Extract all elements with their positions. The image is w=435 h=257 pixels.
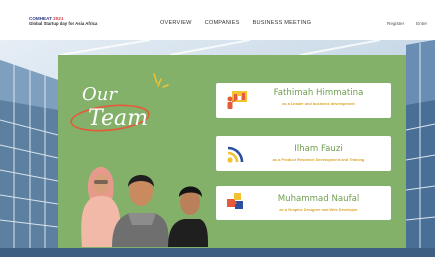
- member-name: Ilham Fauzi: [294, 144, 343, 154]
- member-card-leader[interactable]: Fathimah Himmatina as a Leader and busin…: [216, 83, 391, 118]
- team-heading: Our Team: [82, 84, 148, 131]
- team-member-photo-right: [168, 186, 208, 247]
- member-role: as a Product Research Development and Tr…: [272, 157, 365, 162]
- member-role: as a Graphic Designer and Web Developer: [279, 207, 358, 212]
- account-links: Register Enter: [387, 21, 427, 26]
- main-nav: OVERVIEW COMPANIES BUSINESS MEETING: [160, 20, 311, 26]
- nav-business-meeting[interactable]: BUSINESS MEETING: [253, 20, 312, 26]
- member-name: Fathimah Himmatina: [273, 88, 364, 98]
- member-card-designer[interactable]: Muhammad Naufal as a Graphic Designer an…: [216, 186, 391, 220]
- member-role: as a Leader and business development: [282, 101, 355, 106]
- nav-companies[interactable]: COMPANIES: [205, 20, 240, 26]
- nav-overview[interactable]: OVERVIEW: [160, 20, 192, 26]
- team-panel: Our Team Fathimah Himmatina as a Leader …: [58, 55, 406, 248]
- team-heading-line1: Our: [82, 84, 118, 105]
- team-photo: [81, 167, 208, 247]
- register-link[interactable]: Register: [387, 21, 404, 26]
- brand-logo[interactable]: COMHEAT 2021 Global Startup day for Asia…: [29, 16, 97, 27]
- team-member-photo-center: [112, 175, 169, 247]
- brand-tagline: Global Startup day for Asia Africa: [29, 21, 98, 26]
- rss-feed-icon: [227, 146, 244, 163]
- team-heading-line2: Team: [88, 106, 148, 131]
- member-name: Muhammad Naufal: [277, 194, 360, 204]
- puzzle-icon: [227, 193, 243, 209]
- member-card-research[interactable]: Ilham Fauzi as a Product Research Develo…: [216, 136, 391, 171]
- presentation-icon: [227, 91, 247, 109]
- enter-link[interactable]: Enter: [416, 21, 427, 26]
- site-header: COMHEAT 2021 Global Startup day for Asia…: [0, 0, 435, 40]
